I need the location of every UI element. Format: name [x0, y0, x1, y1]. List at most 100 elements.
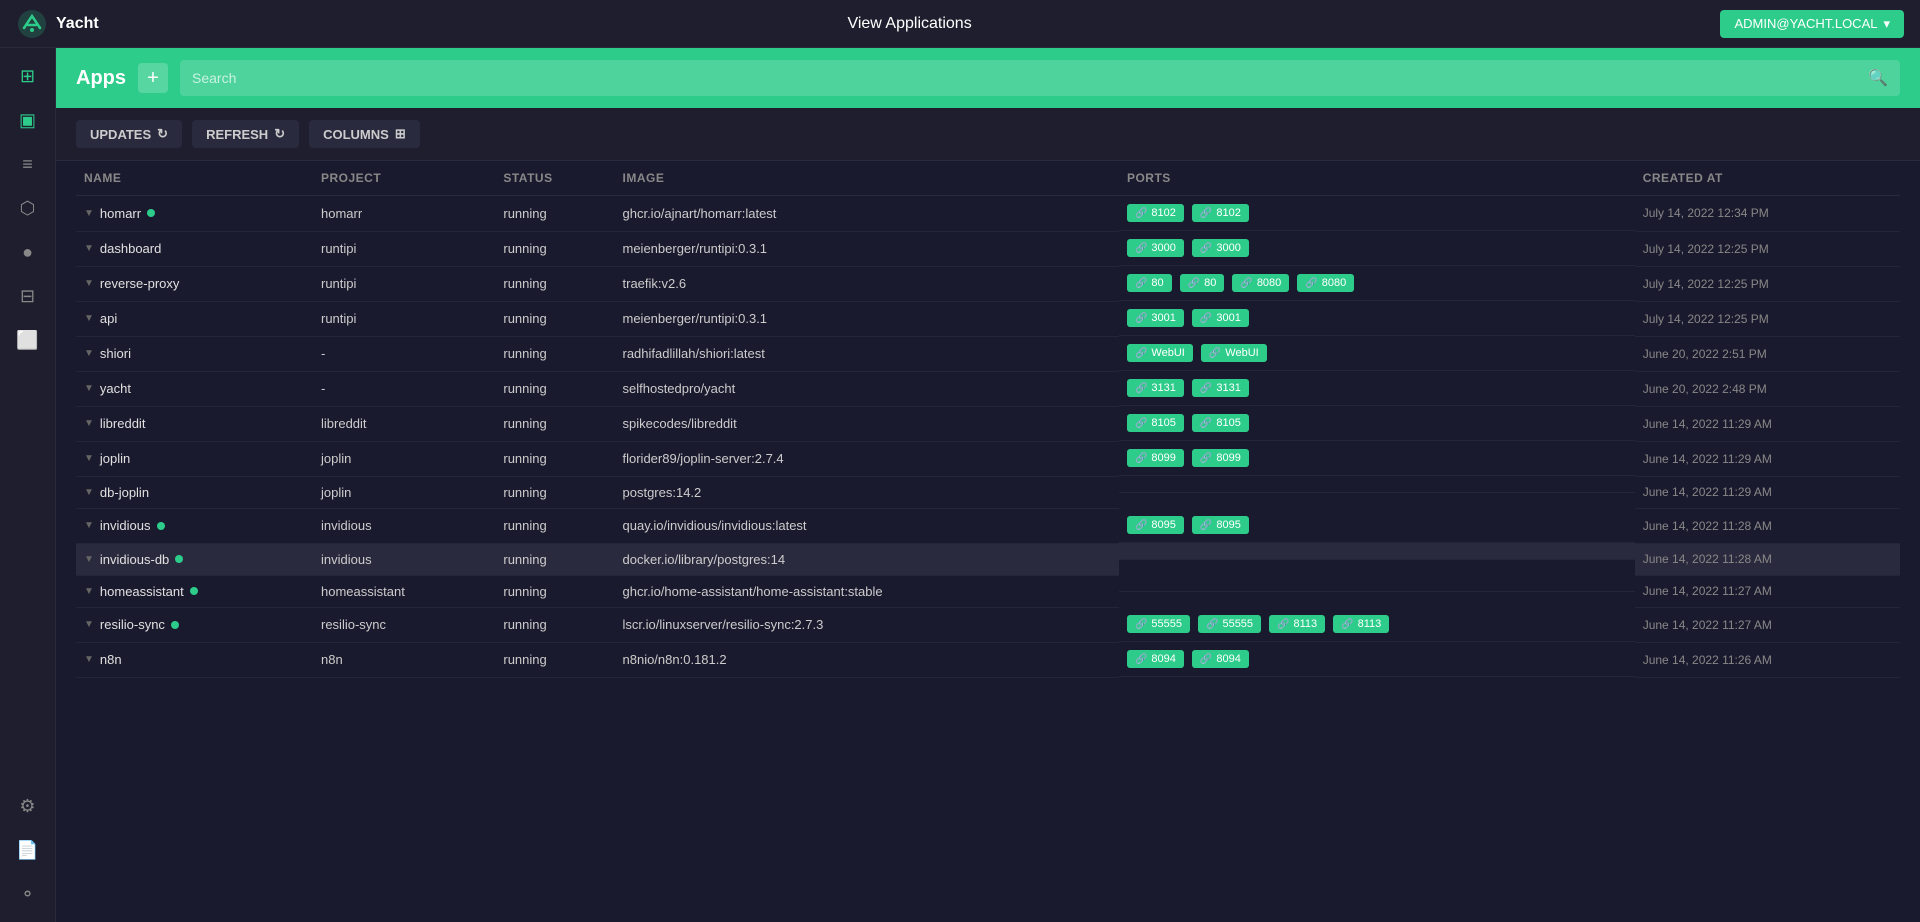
app-name[interactable]: n8n: [100, 652, 122, 667]
app-name[interactable]: joplin: [100, 451, 130, 466]
port-badge[interactable]: 🔗8080: [1297, 274, 1354, 292]
chevron-icon[interactable]: ▼: [84, 208, 94, 219]
cell-name: ▼ api: [76, 301, 313, 336]
chevron-icon[interactable]: ▼: [84, 453, 94, 464]
link-icon: 🔗: [1200, 383, 1212, 394]
port-badge[interactable]: 🔗3131: [1127, 379, 1184, 397]
port-badge[interactable]: 🔗8080: [1232, 274, 1289, 292]
docs-icon[interactable]: 📄: [8, 830, 48, 870]
link-icon: 🔗: [1341, 619, 1353, 630]
port-badge[interactable]: 🔗8105: [1192, 414, 1249, 432]
port-badge[interactable]: 🔗8113: [1333, 615, 1389, 633]
cell-image: docker.io/library/postgres:14: [615, 543, 1119, 575]
sidebar-item-resources[interactable]: ⊟: [8, 276, 48, 316]
chevron-icon[interactable]: ▼: [84, 520, 94, 531]
cell-image: radhifadlillah/shiori:latest: [615, 336, 1119, 371]
cell-project: invidious: [313, 508, 495, 543]
sidebar-item-users[interactable]: ●: [8, 232, 48, 272]
chevron-icon[interactable]: ▼: [84, 418, 94, 429]
table-row[interactable]: ▼ api runtipirunningmeienberger/runtipi:…: [76, 301, 1900, 336]
app-name[interactable]: invidious: [100, 518, 151, 533]
table-row[interactable]: ▼ db-joplin joplinrunningpostgres:14.2Ju…: [76, 476, 1900, 508]
app-name[interactable]: api: [100, 311, 117, 326]
refresh-button[interactable]: REFRESH ↻: [192, 120, 299, 148]
updates-button[interactable]: UPDATES ↻: [76, 120, 182, 148]
chevron-icon[interactable]: ▼: [84, 487, 94, 498]
app-name[interactable]: homeassistant: [100, 584, 184, 599]
port-badge[interactable]: 🔗8094: [1127, 650, 1184, 668]
table-row[interactable]: ▼ joplin joplinrunningflorider89/joplin-…: [76, 441, 1900, 476]
table-row[interactable]: ▼ homeassistant homeassistantrunningghcr…: [76, 575, 1900, 607]
port-badge[interactable]: 🔗8099: [1192, 449, 1249, 467]
port-badge[interactable]: 🔗WebUI: [1127, 344, 1193, 362]
app-name[interactable]: invidious-db: [100, 552, 169, 567]
chevron-icon[interactable]: ▼: [84, 243, 94, 254]
table-row[interactable]: ▼ dashboard runtipirunningmeienberger/ru…: [76, 231, 1900, 266]
cell-name: ▼ homarr: [76, 196, 313, 232]
chevron-icon[interactable]: ▼: [84, 619, 94, 630]
app-name[interactable]: homarr: [100, 206, 141, 221]
port-badge[interactable]: 🔗55555: [1127, 615, 1190, 633]
app-name[interactable]: yacht: [100, 381, 131, 396]
app-name[interactable]: dashboard: [100, 241, 161, 256]
port-badge[interactable]: 🔗55555: [1198, 615, 1261, 633]
status-dot: [190, 587, 198, 595]
table-row[interactable]: ▼ invidious-db invidiousrunningdocker.io…: [76, 543, 1900, 575]
table-row[interactable]: ▼ shiori -runningradhifadlillah/shiori:l…: [76, 336, 1900, 371]
table-row[interactable]: ▼ invidious invidiousrunningquay.io/invi…: [76, 508, 1900, 543]
github-icon[interactable]: ⚬: [8, 874, 48, 914]
app-name[interactable]: shiori: [100, 346, 131, 361]
app-name[interactable]: reverse-proxy: [100, 276, 179, 291]
cell-status: running: [495, 476, 614, 508]
port-badge[interactable]: 🔗8094: [1192, 650, 1249, 668]
table-row[interactable]: ▼ reverse-proxy runtipirunningtraefik:v2…: [76, 266, 1900, 301]
search-input[interactable]: [192, 70, 1868, 86]
table-row[interactable]: ▼ yacht -runningselfhostedpro/yacht🔗3131…: [76, 371, 1900, 406]
port-badge[interactable]: 🔗3001: [1127, 309, 1184, 327]
app-name[interactable]: db-joplin: [100, 485, 149, 500]
cell-status: running: [495, 642, 614, 677]
sidebar-item-packages[interactable]: ⬡: [8, 188, 48, 228]
table-row[interactable]: ▼ resilio-sync resilio-syncrunninglscr.i…: [76, 607, 1900, 642]
port-badge[interactable]: 🔗3131: [1192, 379, 1249, 397]
app-name[interactable]: libreddit: [100, 416, 146, 431]
port-badge[interactable]: 🔗80: [1127, 274, 1172, 292]
chevron-icon[interactable]: ▼: [84, 654, 94, 665]
chevron-icon[interactable]: ▼: [84, 383, 94, 394]
table-row[interactable]: ▼ homarr homarrrunningghcr.io/ajnart/hom…: [76, 196, 1900, 232]
port-badge[interactable]: 🔗WebUI: [1201, 344, 1267, 362]
sidebar-item-monitor[interactable]: ⬜: [8, 320, 48, 360]
cell-name: ▼ yacht: [76, 371, 313, 406]
chevron-icon[interactable]: ▼: [84, 554, 94, 565]
chevron-icon[interactable]: ▼: [84, 586, 94, 597]
port-badge[interactable]: 🔗8113: [1269, 615, 1325, 633]
add-app-button[interactable]: +: [138, 63, 168, 93]
sidebar-item-apps[interactable]: ▣: [8, 100, 48, 140]
settings-icon[interactable]: ⚙: [8, 786, 48, 826]
brand: Yacht: [16, 8, 99, 40]
cell-status: running: [495, 543, 614, 575]
sidebar-item-templates[interactable]: ≡: [8, 144, 48, 184]
port-badge[interactable]: 🔗80: [1180, 274, 1225, 292]
cell-created: June 14, 2022 11:26 AM: [1635, 642, 1900, 677]
chevron-icon[interactable]: ▼: [84, 348, 94, 359]
port-badge[interactable]: 🔗8102: [1127, 204, 1184, 222]
table-row[interactable]: ▼ n8n n8nrunningn8nio/n8n:0.181.2🔗8094🔗8…: [76, 642, 1900, 677]
sidebar-item-dashboard[interactable]: ⊞: [8, 56, 48, 96]
port-badge[interactable]: 🔗8095: [1192, 516, 1249, 534]
chevron-icon[interactable]: ▼: [84, 313, 94, 324]
cell-ports: 🔗3131 🔗3131: [1119, 371, 1635, 406]
chevron-icon[interactable]: ▼: [84, 278, 94, 289]
port-badge[interactable]: 🔗3000: [1127, 239, 1184, 257]
port-badge[interactable]: 🔗3000: [1192, 239, 1249, 257]
user-menu[interactable]: ADMIN@YACHT.LOCAL ▾: [1720, 10, 1904, 38]
port-badge[interactable]: 🔗8095: [1127, 516, 1184, 534]
port-badge[interactable]: 🔗3001: [1192, 309, 1249, 327]
port-badge[interactable]: 🔗8102: [1192, 204, 1249, 222]
table-row[interactable]: ▼ libreddit libredditrunningspikecodes/l…: [76, 406, 1900, 441]
link-icon: 🔗: [1200, 243, 1212, 254]
port-badge[interactable]: 🔗8099: [1127, 449, 1184, 467]
app-name[interactable]: resilio-sync: [100, 617, 165, 632]
port-badge[interactable]: 🔗8105: [1127, 414, 1184, 432]
columns-button[interactable]: COLUMNS ⊞: [309, 120, 420, 148]
